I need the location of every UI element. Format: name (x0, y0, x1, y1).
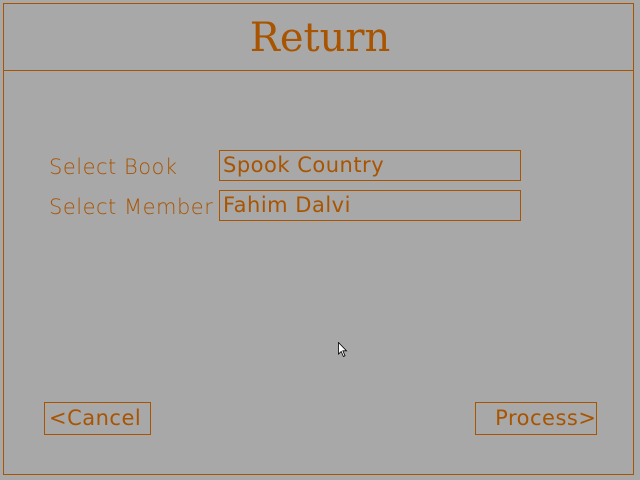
title-divider (3, 70, 634, 71)
process-button[interactable]: Process> (475, 402, 597, 435)
mouse-pointer-icon (338, 342, 348, 358)
cancel-button[interactable]: <Cancel (44, 402, 151, 435)
select-member-field[interactable]: Fahim Dalvi (219, 190, 521, 221)
select-book-label: Select Book (49, 155, 178, 179)
select-book-field[interactable]: Spook Country (219, 150, 521, 181)
select-member-label: Select Member (49, 195, 214, 219)
page-title: Return (249, 15, 391, 61)
